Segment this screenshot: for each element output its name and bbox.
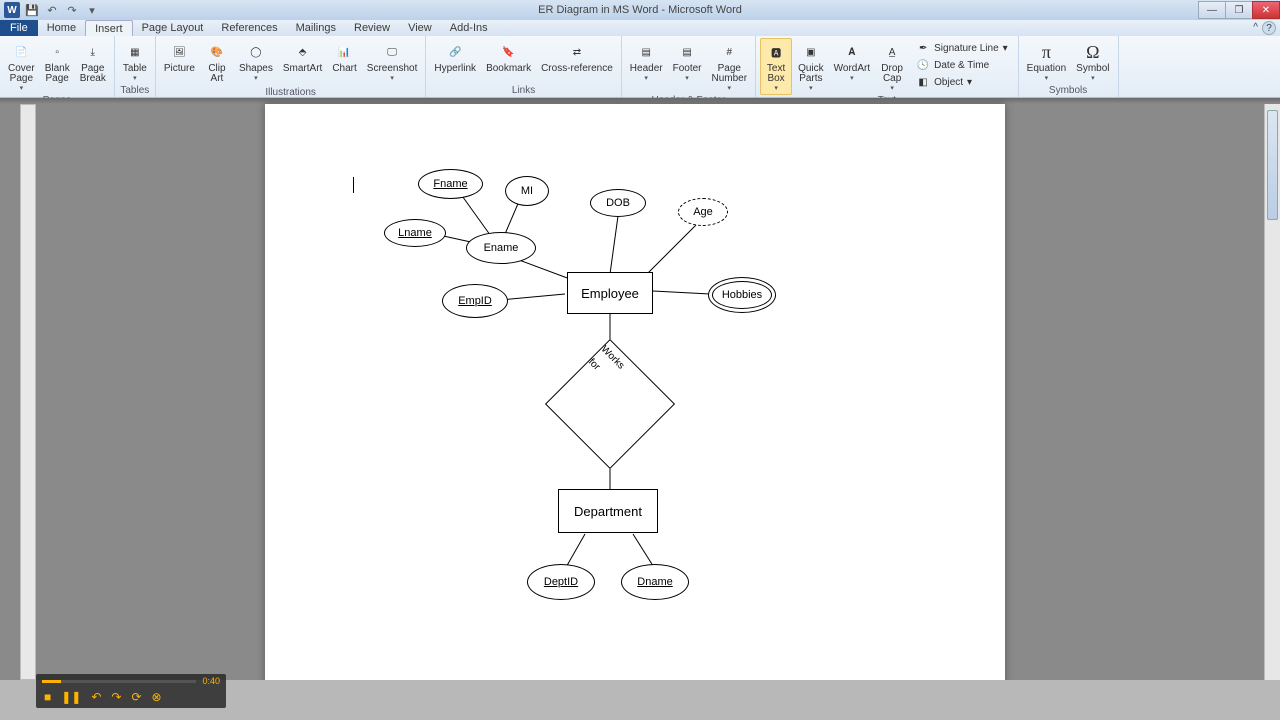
tab-view[interactable]: View — [399, 20, 441, 36]
hyperlink-button[interactable]: 🔗Hyperlink — [430, 38, 480, 77]
group-text: 🅰TextBox▾ ▣QuickParts▾ 𝐀WordArt▾ A̲DropC… — [756, 36, 1019, 97]
wordart-button[interactable]: 𝐀WordArt▾ — [830, 38, 875, 85]
symbol-button[interactable]: ΩSymbol▾ — [1072, 38, 1113, 85]
tab-page-layout[interactable]: Page Layout — [133, 20, 213, 36]
tab-insert[interactable]: Insert — [85, 20, 133, 36]
title-bar: W 💾 ↶ ↷ ▾ ER Diagram in MS Word - Micros… — [0, 0, 1280, 20]
attr-lname[interactable]: Lname — [384, 219, 446, 247]
date-time-button[interactable]: 🕓Date & Time — [914, 57, 1010, 73]
bookmark-button[interactable]: 🔖Bookmark — [482, 38, 535, 77]
relationship-worksfor[interactable]: Worksfor — [564, 358, 656, 450]
signature-line-button[interactable]: ✒Signature Line ▾ — [914, 40, 1010, 56]
clipart-button[interactable]: 🎨ClipArt — [201, 38, 233, 87]
picture-button[interactable]: 🖼Picture — [160, 38, 199, 77]
ribbon-tabs: File Home Insert Page Layout References … — [0, 20, 1280, 36]
object-button[interactable]: ◧Object ▾ — [914, 74, 1010, 90]
group-links: 🔗Hyperlink 🔖Bookmark ⇄Cross-reference Li… — [426, 36, 621, 97]
entity-employee[interactable]: Employee — [567, 272, 653, 314]
file-tab[interactable]: File — [0, 20, 38, 36]
dropcap-button[interactable]: A̲DropCap▾ — [876, 38, 908, 95]
player-progress[interactable]: 0:40 — [36, 674, 226, 688]
chart-button[interactable]: 📊Chart — [328, 38, 360, 77]
entity-department[interactable]: Department — [558, 489, 658, 533]
minimize-ribbon-icon[interactable]: ^ — [1253, 22, 1258, 33]
crossref-button[interactable]: ⇄Cross-reference — [537, 38, 617, 77]
attr-ename[interactable]: Ename — [466, 232, 536, 264]
tab-review[interactable]: Review — [345, 20, 399, 36]
save-icon[interactable]: 💾 — [24, 2, 40, 18]
video-player-overlay: 0:40 ■ ❚❚ ↶ ↷ ⟳ ⊗ — [36, 674, 226, 708]
text-cursor — [353, 177, 354, 193]
group-illustrations: 🖼Picture 🎨ClipArt ◯Shapes▾ ⬘SmartArt 📊Ch… — [156, 36, 427, 97]
screenshot-button[interactable]: 🖵Screenshot▾ — [363, 38, 422, 85]
attr-deptid[interactable]: DeptID — [527, 564, 595, 600]
cover-page-button[interactable]: 📄CoverPage▾ — [4, 38, 39, 95]
group-header-footer: ▤Header▾ ▤Footer▾ #PageNumber▾ Header & … — [622, 36, 756, 97]
attr-empid[interactable]: EmpID — [442, 284, 508, 318]
player-prev-icon[interactable]: ↶ — [91, 690, 101, 704]
smartart-button[interactable]: ⬘SmartArt — [279, 38, 326, 77]
window-controls: — ❐ ✕ — [1199, 1, 1280, 19]
player-stop-icon[interactable]: ■ — [44, 690, 51, 704]
player-next-icon[interactable]: ↷ — [111, 690, 121, 704]
maximize-button[interactable]: ❐ — [1225, 1, 1253, 19]
tab-home[interactable]: Home — [38, 20, 85, 36]
group-tables: ▦Table▾ Tables — [115, 36, 156, 97]
table-button[interactable]: ▦Table▾ — [119, 38, 151, 85]
group-symbols: πEquation▾ ΩSymbol▾ Symbols — [1019, 36, 1119, 97]
tab-mailings[interactable]: Mailings — [287, 20, 345, 36]
footer-button[interactable]: ▤Footer▾ — [669, 38, 706, 85]
shapes-button[interactable]: ◯Shapes▾ — [235, 38, 277, 85]
group-pages: 📄CoverPage▾ ▫BlankPage ⤓PageBreak Pages — [0, 36, 115, 97]
quickparts-button[interactable]: ▣QuickParts▾ — [794, 38, 828, 95]
close-button[interactable]: ✕ — [1252, 1, 1280, 19]
quick-access-toolbar: W 💾 ↶ ↷ ▾ — [0, 2, 104, 18]
blank-page-button[interactable]: ▫BlankPage — [41, 38, 74, 87]
tab-addins[interactable]: Add-Ins — [441, 20, 497, 36]
player-close-icon[interactable]: ⊗ — [152, 690, 162, 704]
attr-fname[interactable]: Fname — [418, 169, 483, 199]
redo-icon[interactable]: ↷ — [64, 2, 80, 18]
equation-button[interactable]: πEquation▾ — [1023, 38, 1070, 85]
player-loop-icon[interactable]: ⟳ — [131, 690, 141, 704]
document-area: Fname MI Lname Ename DOB Age Hobbies Emp… — [0, 98, 1280, 680]
player-time: 0:40 — [202, 676, 220, 686]
attr-dname[interactable]: Dname — [621, 564, 689, 600]
attr-dob[interactable]: DOB — [590, 189, 646, 217]
tab-references[interactable]: References — [212, 20, 286, 36]
attr-age[interactable]: Age — [678, 198, 728, 226]
attr-hobbies[interactable]: Hobbies — [712, 281, 772, 309]
help-icon[interactable]: ? — [1262, 21, 1276, 35]
ribbon: 📄CoverPage▾ ▫BlankPage ⤓PageBreak Pages … — [0, 36, 1280, 98]
window-title: ER Diagram in MS Word - Microsoft Word — [538, 4, 742, 16]
textbox-button[interactable]: 🅰TextBox▾ — [760, 38, 792, 95]
page-break-button[interactable]: ⤓PageBreak — [76, 38, 110, 87]
attr-mi[interactable]: MI — [505, 176, 549, 206]
vertical-scrollbar[interactable] — [1264, 104, 1280, 680]
header-button[interactable]: ▤Header▾ — [626, 38, 667, 85]
player-pause-icon[interactable]: ❚❚ — [61, 690, 81, 704]
scrollbar-thumb[interactable] — [1267, 110, 1278, 220]
undo-icon[interactable]: ↶ — [44, 2, 60, 18]
word-icon: W — [4, 2, 20, 18]
qat-more-icon[interactable]: ▾ — [84, 2, 100, 18]
vertical-ruler[interactable] — [20, 104, 36, 680]
pagenumber-button[interactable]: #PageNumber▾ — [708, 38, 752, 95]
document-page[interactable]: Fname MI Lname Ename DOB Age Hobbies Emp… — [265, 104, 1005, 680]
minimize-button[interactable]: — — [1198, 1, 1226, 19]
